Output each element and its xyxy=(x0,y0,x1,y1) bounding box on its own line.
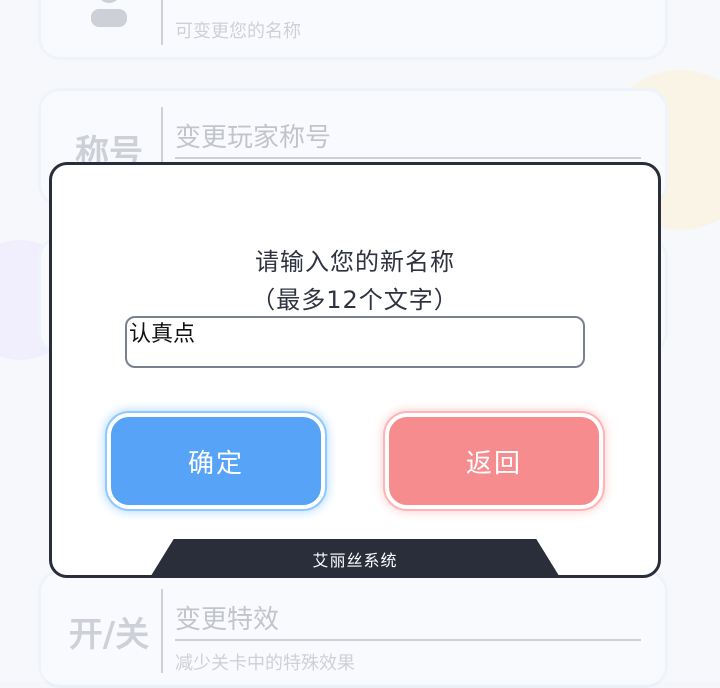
back-button[interactable]: 返回 xyxy=(385,413,603,509)
dialog-prompt: 请输入您的新名称 （最多12个文字） xyxy=(52,243,658,319)
prompt-line-1: 请输入您的新名称 xyxy=(255,248,455,276)
confirm-button[interactable]: 确定 xyxy=(107,413,325,509)
prompt-line-2: （最多12个文字） xyxy=(251,286,459,314)
rename-dialog: 请输入您的新名称 （最多12个文字） 确定 返回 艾丽丝系统 xyxy=(49,162,661,578)
dialog-footer-label: 艾丽丝系统 xyxy=(149,539,561,575)
name-input[interactable] xyxy=(125,316,585,368)
